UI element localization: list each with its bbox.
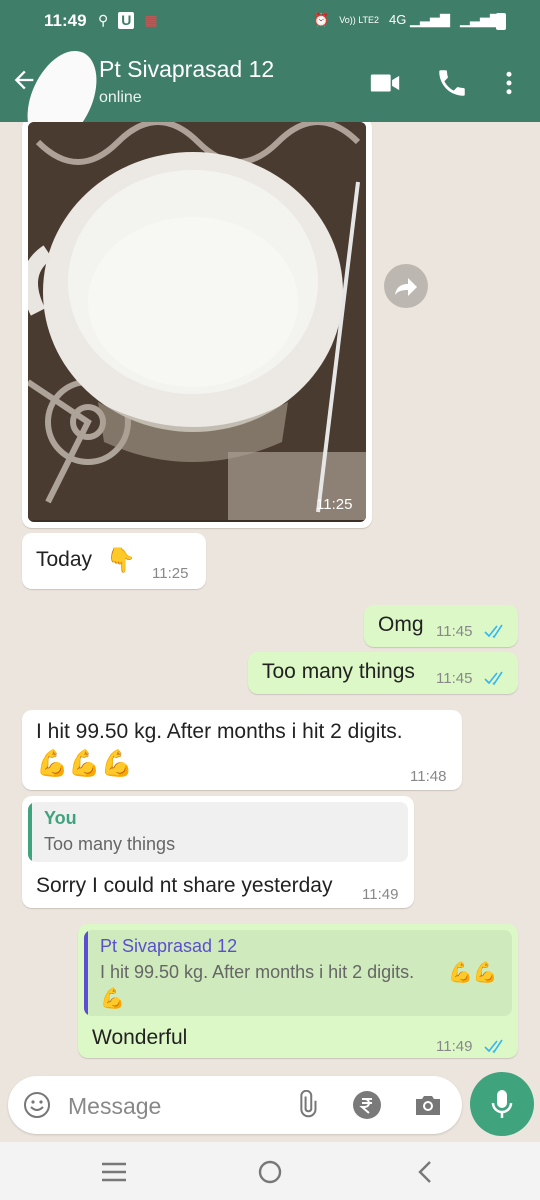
quote-text: Too many things (44, 834, 176, 854)
rupee-icon[interactable] (352, 1090, 382, 1120)
quote-emoji: 💪 (100, 988, 125, 1010)
system-nav-bar (0, 1142, 540, 1200)
reply-message[interactable]: You Too many things Sorry I could nt sha… (22, 796, 414, 908)
contact-name[interactable]: Pt Sivaprasad 12 (99, 56, 274, 83)
home-icon[interactable] (256, 1158, 284, 1186)
quote-author: Pt Sivaprasad 12 (100, 936, 238, 956)
message-bubble[interactable]: Omg 11:45 (364, 605, 518, 647)
menu-icon[interactable] (100, 1160, 128, 1184)
message-text: Sorry I could nt share yesterday (36, 874, 333, 897)
message-time: 11:49 (436, 1038, 473, 1055)
photo-image[interactable] (28, 122, 366, 522)
read-ticks-icon (484, 624, 503, 639)
quoted-message[interactable]: You Too many things (28, 802, 408, 862)
emoji: 💪💪💪 (36, 748, 134, 778)
message-time: 11:25 (316, 496, 353, 513)
message-bubble[interactable]: I hit 99.50 kg. After months i hit 2 dig… (22, 710, 462, 790)
message-text: I hit 99.50 kg. After months i hit 2 dig… (36, 720, 403, 743)
quote-emoji: 💪💪 (448, 962, 498, 984)
message-text: Too many things (262, 660, 415, 683)
message-time: 11:48 (410, 768, 447, 785)
signal-icon: ▁▃▅▇ (460, 12, 500, 27)
message-time: 11:49 (362, 886, 399, 903)
forward-icon[interactable] (384, 264, 428, 308)
message-input[interactable]: Message (68, 1093, 161, 1120)
gallery-icon: ▦ (144, 12, 158, 28)
message-bubble[interactable]: Today 👇 11:25 (22, 533, 206, 589)
attach-icon[interactable] (292, 1090, 322, 1120)
chat-area[interactable]: 11:25 Today 👇 11:25 Omg 11:45 Too many t… (0, 122, 540, 1072)
4g-signal-icon: 4G ▁▃▅▇ (389, 12, 450, 27)
quote-author: You (44, 808, 77, 828)
reply-message[interactable]: Pt Sivaprasad 12 I hit 99.50 kg. After m… (78, 924, 518, 1058)
volte-icon: Vo)) LTE2 (339, 15, 380, 25)
back-icon[interactable] (414, 1158, 438, 1186)
quote-text: I hit 99.50 kg. After months i hit 2 dig… (100, 962, 415, 982)
emoji: 👇 (106, 547, 136, 574)
read-ticks-icon (484, 1039, 503, 1054)
alarm-icon: ⏰ (313, 12, 330, 27)
message-time: 11:25 (152, 565, 189, 582)
phone-icon[interactable] (435, 66, 469, 100)
message-text: Wonderful (92, 1026, 188, 1049)
u-badge-icon: U (118, 12, 135, 29)
status-bar: 11:49 ⚲ U ▦ ⏰ Vo)) LTE2 4G ▁▃▅▇ ▁▃▅▇ (0, 0, 540, 44)
message-composer[interactable]: Message (8, 1076, 462, 1134)
mic-icon (491, 1090, 513, 1118)
message-text: Today (36, 548, 93, 571)
more-icon[interactable] (494, 66, 524, 100)
image-message[interactable]: 11:25 (22, 122, 372, 528)
message-time: 11:45 (436, 623, 473, 640)
read-ticks-icon (484, 671, 503, 686)
usb-icon: ⚲ (98, 12, 109, 28)
emoji-icon[interactable] (22, 1090, 52, 1120)
mic-button[interactable] (470, 1072, 534, 1136)
message-text: Omg (378, 613, 424, 636)
chat-header: Pt Sivaprasad 12 online (0, 40, 540, 156)
message-time: 11:45 (436, 670, 473, 687)
status-time: 11:49 (44, 11, 87, 30)
battery-icon (496, 13, 506, 30)
camera-icon[interactable] (412, 1090, 444, 1120)
contact-status: online (99, 89, 142, 106)
video-call-icon[interactable] (368, 66, 402, 100)
quoted-message[interactable]: Pt Sivaprasad 12 I hit 99.50 kg. After m… (84, 930, 512, 1016)
message-bubble[interactable]: Too many things 11:45 (248, 652, 518, 694)
